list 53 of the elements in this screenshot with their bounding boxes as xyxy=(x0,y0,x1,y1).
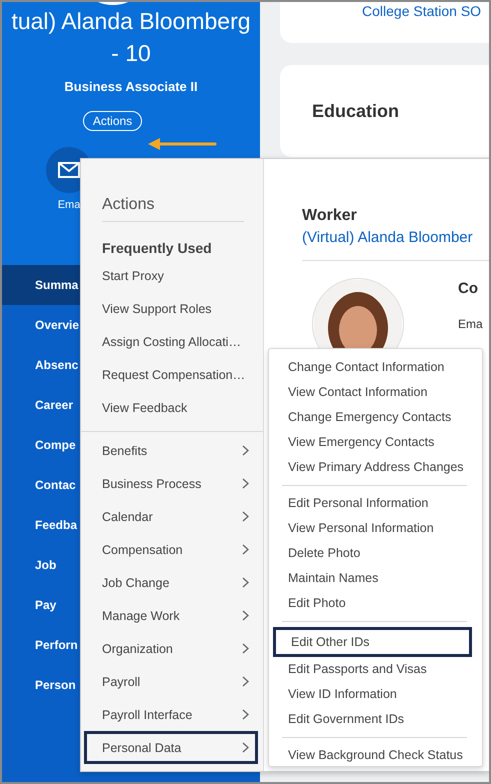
education-heading: Education xyxy=(312,100,400,122)
actions-button[interactable]: Actions xyxy=(82,111,142,131)
menu-item[interactable]: Start Proxy xyxy=(81,260,263,293)
menu-category[interactable]: Payroll xyxy=(81,665,263,698)
menu-category[interactable]: Business Process xyxy=(81,467,263,500)
submenu-item[interactable]: Edit Other IDs xyxy=(273,627,472,657)
menu-item[interactable]: View Feedback xyxy=(81,392,263,425)
menu-category[interactable]: Job Change xyxy=(81,566,263,599)
submenu-item[interactable]: Edit Passports and Visas xyxy=(269,657,482,682)
submenu-item[interactable]: View Personal Information xyxy=(269,516,482,541)
menu-item[interactable]: Request Compensation… xyxy=(81,359,263,392)
chevron-icon xyxy=(242,742,249,753)
submenu-item[interactable]: Edit Photo xyxy=(269,591,482,616)
section-heading: Frequently Used xyxy=(102,240,213,256)
menu-category[interactable]: Payroll Interface xyxy=(81,698,263,731)
menu-category[interactable]: Calendar xyxy=(81,500,263,533)
chevron-icon xyxy=(242,544,249,555)
submenu-item[interactable]: View Emergency Contacts xyxy=(269,430,482,455)
menu-title: Actions xyxy=(102,196,244,222)
menu-category[interactable]: Personal Data xyxy=(84,731,258,764)
submenu-item[interactable]: View Contact Information xyxy=(269,380,482,405)
annotation-arrow xyxy=(148,137,218,151)
menu-category[interactable]: Organization xyxy=(81,632,263,665)
submenu-item[interactable]: View ID Information xyxy=(269,682,482,707)
contact-heading: Co xyxy=(458,280,479,297)
chevron-icon xyxy=(242,511,249,522)
menu-category[interactable]: Compensation xyxy=(81,533,263,566)
chevron-icon xyxy=(242,445,249,456)
email-label: Ema xyxy=(58,199,80,211)
chevron-icon xyxy=(242,577,249,588)
menu-item[interactable]: Assign Costing Allocati… xyxy=(81,326,263,359)
chevron-icon xyxy=(242,610,249,621)
chevron-icon xyxy=(242,709,249,720)
chevron-icon xyxy=(242,676,249,687)
submenu-item[interactable]: Change Contact Information xyxy=(269,355,482,380)
preview-heading: Worker xyxy=(302,207,358,225)
menu-category[interactable]: Benefits xyxy=(81,434,263,467)
email-label: Ema xyxy=(458,317,483,331)
worker-link[interactable]: (Virtual) Alanda Bloomber xyxy=(302,229,489,246)
submenu-item[interactable]: View Primary Address Changes xyxy=(269,455,482,480)
chevron-icon xyxy=(242,478,249,489)
menu-item[interactable]: View Support Roles xyxy=(81,293,263,326)
submenu-item[interactable]: Change Emergency Contacts xyxy=(269,405,482,430)
menu-category[interactable]: Manage Work xyxy=(81,599,263,632)
chevron-icon xyxy=(242,643,249,654)
worker-number: - 10 xyxy=(111,39,151,68)
submenu-item[interactable]: Maintain Names xyxy=(269,566,482,591)
job-title: Business Associate II xyxy=(64,79,198,94)
worker-name: tual) Alanda Bloomberg xyxy=(11,7,251,36)
submenu-item[interactable]: Edit Government IDs xyxy=(269,707,482,732)
submenu-item[interactable]: View Background Check Status xyxy=(269,743,482,768)
submenu-item[interactable]: Delete Photo xyxy=(269,541,482,566)
submenu-item[interactable]: Edit Personal Information xyxy=(269,491,482,516)
